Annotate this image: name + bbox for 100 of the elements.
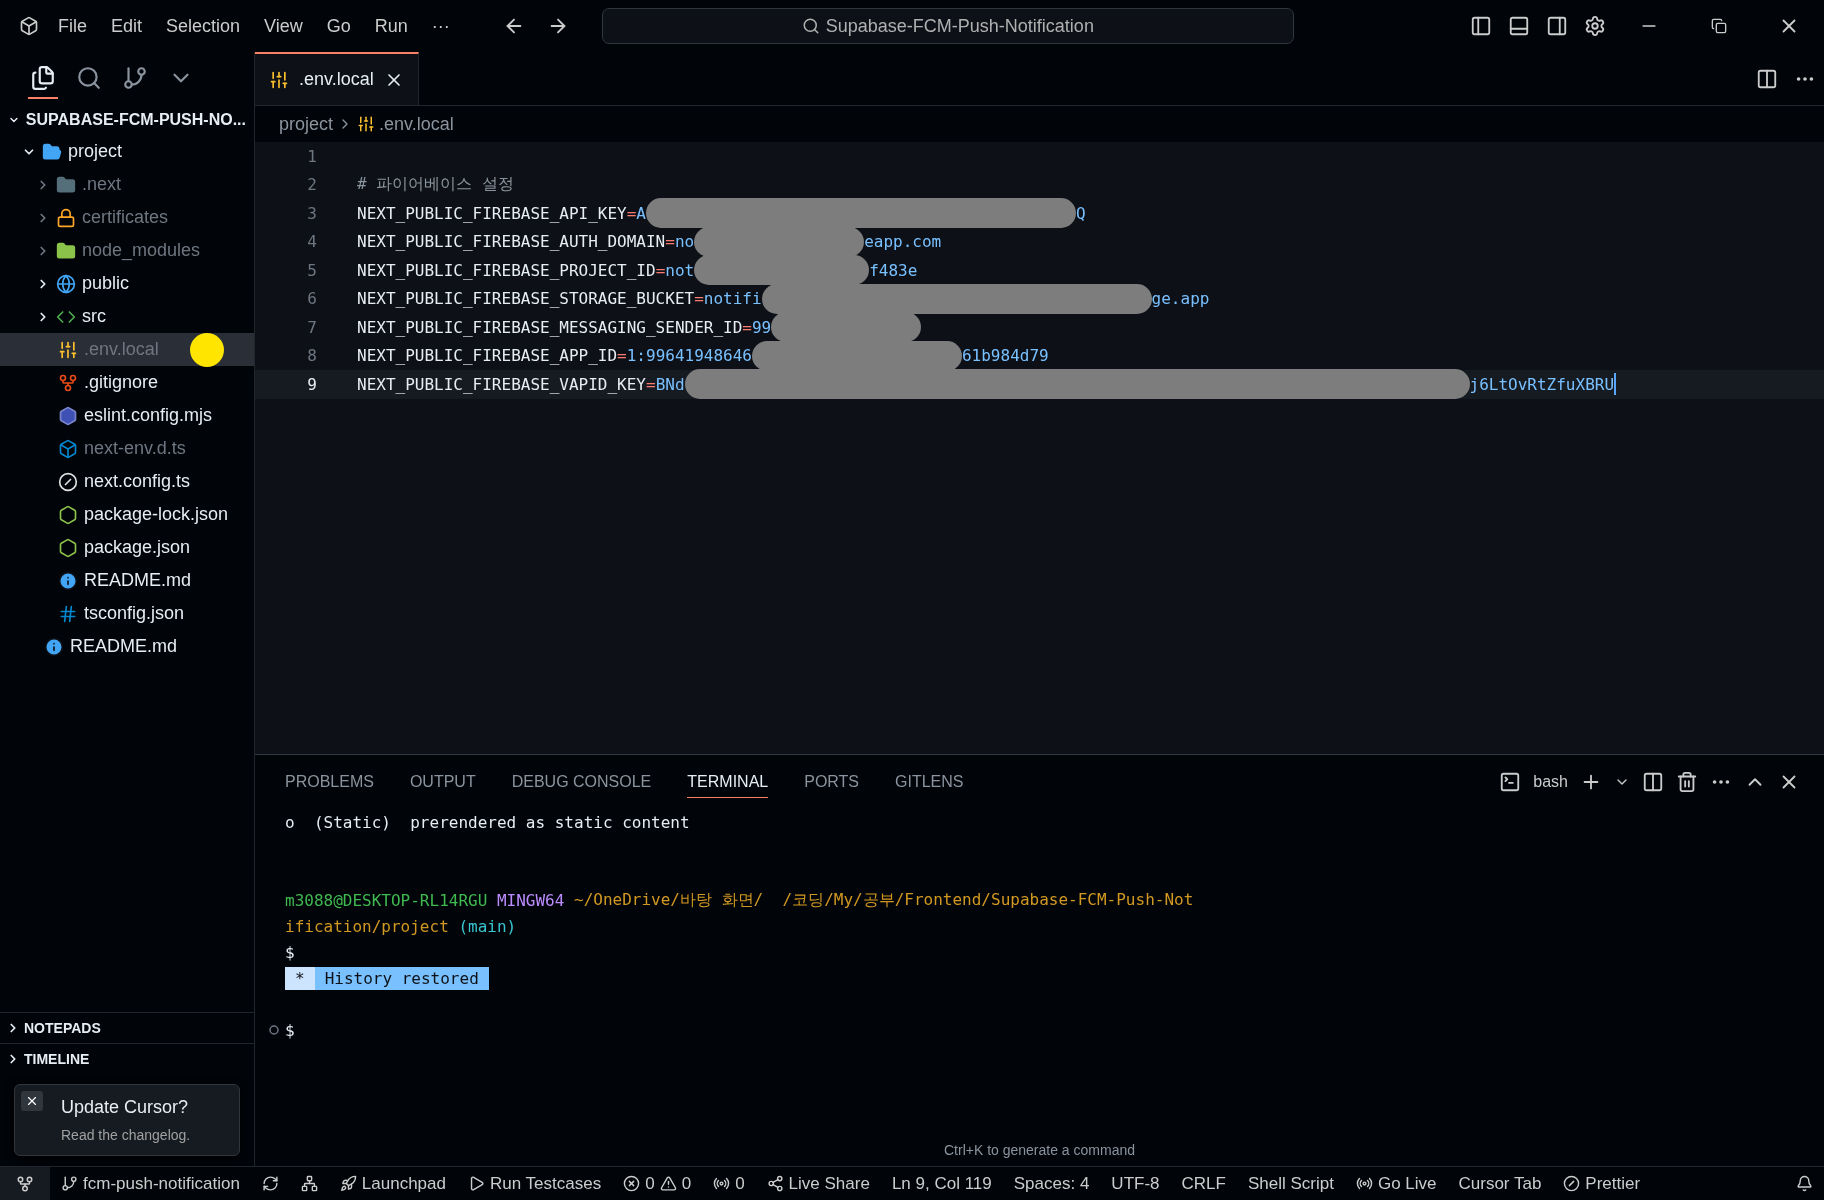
status-item[interactable]: Spaces: 4 [1002,1173,1101,1194]
tree-item[interactable]: certificates [0,201,254,234]
toast-title: Update Cursor? [61,1097,189,1118]
status-item[interactable]: 0 [702,1173,756,1194]
close-icon [25,1094,39,1108]
status-item[interactable]: Launchpad [328,1173,457,1194]
code-value: 61b984d79 [961,346,1049,366]
tree-item[interactable]: package-lock.json [0,498,254,531]
branch-icon [61,1175,78,1192]
menu-item[interactable]: Go [316,15,361,37]
remote-button[interactable] [0,1167,50,1200]
menu-item[interactable]: Edit [101,15,153,37]
status-item[interactable]: Live Share [755,1173,881,1194]
line-number: 4 [306,232,318,252]
tree-item[interactable]: package.json [0,531,254,564]
menu-item[interactable]: File [48,15,97,37]
code-value: not [665,260,695,280]
code-operator: = [646,374,656,394]
sync-icon [261,1175,279,1192]
sliders-icon [58,339,78,360]
panel-tab[interactable]: PORTS [804,766,860,798]
code-value: BNd [655,374,685,394]
menu-item[interactable]: ··· [421,15,460,37]
tree-item[interactable]: eslint.config.mjs [0,399,254,432]
panel-tab[interactable]: TERMINAL [687,766,769,798]
code-operator: = [694,289,704,309]
status-item[interactable]: Prettier [1552,1173,1652,1194]
code-key: NEXT_PUBLIC_FIREBASE_STORAGE_BUCKET [357,289,695,309]
tree-item[interactable]: README.md [0,630,254,663]
code-operator: = [617,346,627,366]
tree-item[interactable]: tsconfig.json [0,597,254,630]
source-control-icon[interactable] [122,64,148,91]
tree-item[interactable]: README.md [0,564,254,597]
status-item[interactable]: fcm-push-notification [50,1173,251,1194]
tree-item[interactable]: project [0,135,254,168]
terminal-system: MINGW64 [496,890,565,910]
code-key: NEXT_PUBLIC_FIREBASE_APP_ID [357,346,618,366]
breadcrumb-item[interactable]: .env.local [379,113,454,135]
code-comment: # 파이어베이스 설정 [357,174,514,196]
sidebar-toggle-icon[interactable] [1470,15,1492,37]
panel-tab[interactable]: OUTPUT [409,766,476,798]
section-header[interactable]: TIMELINE [0,1043,254,1074]
share-icon [766,1175,784,1192]
info-icon [58,570,78,591]
section-header[interactable]: NOTEPADS [0,1012,254,1043]
panel-toggle-icon[interactable] [1508,15,1530,37]
close-button[interactable] [21,1091,43,1111]
globe-icon [56,273,76,294]
explorer-icon[interactable] [30,64,56,91]
tree-item[interactable]: node_modules [0,234,254,267]
tree-item[interactable]: next-env.d.ts [0,432,254,465]
code-operator: = [665,232,675,252]
tree-item[interactable]: public [0,267,254,300]
panel-tab[interactable]: DEBUG CONSOLE [511,766,652,798]
split-editor-icon[interactable] [1756,67,1778,90]
status-item[interactable]: Shell Script [1236,1173,1345,1194]
tree-item[interactable]: next.config.ts [0,465,254,498]
problems-status[interactable]: 0 0 [612,1173,703,1194]
status-item[interactable]: Ln 9, Col 119 [880,1173,1003,1194]
explorer-title[interactable]: SUPABASE-FCM-PUSH-NO... [0,105,254,135]
folder-icon [42,141,62,162]
menu-item[interactable]: Run [364,15,418,37]
status-item[interactable]: Go Live [1344,1173,1448,1194]
tree-item[interactable]: .next [0,168,254,201]
remote-icon [16,1174,34,1193]
code-operator: = [655,260,666,280]
split-icon[interactable] [1642,771,1664,793]
code-value: A [636,203,646,223]
code-key: NEXT_PUBLIC_FIREBASE_MESSAGING_SENDER_ID [357,317,743,337]
status-item[interactable]: UTF-8 [1100,1173,1171,1194]
broadcast-icon [1355,1175,1373,1192]
editor-tab[interactable]: .env.local [255,52,419,105]
tree-item[interactable]: src [0,300,254,333]
line-number: 7 [306,317,318,337]
settings-icon[interactable] [1584,15,1606,37]
breadcrumb-item[interactable]: project [279,113,334,135]
prohibited-icon [1563,1175,1581,1192]
text-cursor [1614,373,1617,396]
search-field[interactable]: Supabase-FCM-Push-Notification [601,8,1294,44]
broadcast-icon [713,1175,731,1192]
trash-icon[interactable] [1676,771,1698,793]
secondary-sidebar-icon[interactable] [1546,15,1568,37]
terminal-text: o [285,812,295,832]
shell-name[interactable]: bash [1533,773,1568,791]
info-icon [44,636,64,657]
restore-icon[interactable] [1711,18,1727,34]
search-icon[interactable] [76,64,102,91]
folder-icon [56,240,76,261]
status-circle-icon [269,1025,279,1035]
code-value: Q [1076,203,1086,223]
tree-item[interactable]: .gitignore [0,366,254,399]
panel-tab[interactable]: GITLENS [895,766,964,798]
menu-item[interactable]: Selection [156,15,251,37]
menu-item[interactable]: View [254,15,313,37]
status-item[interactable]: CRLF [1170,1173,1237,1194]
code-value: no [674,232,695,252]
status-item[interactable]: Cursor Tab [1447,1173,1553,1194]
line-number: 2 [306,175,318,195]
panel-tab[interactable]: PROBLEMS [285,766,374,798]
status-item[interactable]: Run Testcases [457,1173,613,1194]
